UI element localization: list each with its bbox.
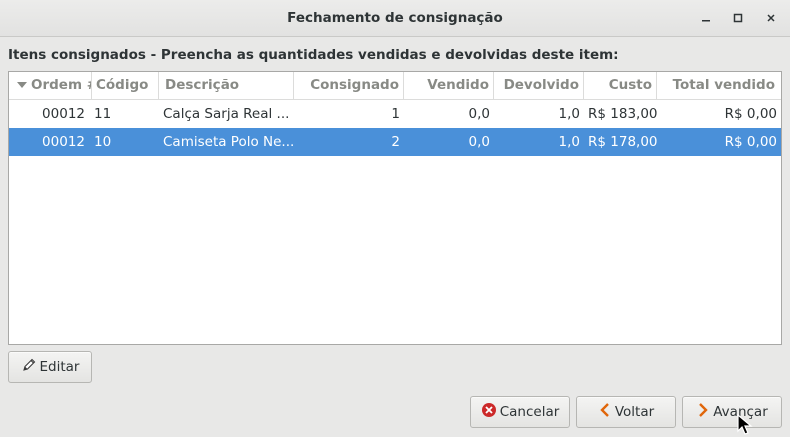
cell-custo: R$ 183,00 xyxy=(588,106,658,122)
edit-button-label: Editar xyxy=(39,359,80,375)
maximize-button[interactable] xyxy=(729,9,747,27)
next-button[interactable]: Avançar xyxy=(682,396,782,428)
table-row-selected[interactable]: 00012 10 Camiseta Polo Ne... 2 0,0 1,0 R… xyxy=(9,128,781,156)
col-header-descricao[interactable]: Descrição xyxy=(159,72,294,99)
cell-ordem: 00012 xyxy=(42,134,85,150)
cell-consignado: 1 xyxy=(391,106,400,122)
col-header-vendido[interactable]: Vendido xyxy=(404,72,494,99)
instruction-label: Itens consignados - Preencha as quantida… xyxy=(8,47,619,63)
consigned-items-table[interactable]: Ordem # Código Descrição Consignado Vend… xyxy=(8,71,782,345)
mouse-pointer-icon xyxy=(737,414,753,435)
back-button-label: Voltar xyxy=(614,404,655,420)
cell-codigo: 11 xyxy=(94,106,112,122)
edit-button[interactable]: Editar xyxy=(8,351,92,383)
cell-vendido[interactable]: 0,0 xyxy=(404,100,494,128)
window-title: Fechamento de consignação xyxy=(287,10,503,26)
minimize-icon xyxy=(702,20,710,22)
close-button[interactable] xyxy=(762,9,780,27)
minimize-button[interactable] xyxy=(697,9,715,27)
pencil-icon xyxy=(21,357,37,377)
cell-total-vendido: R$ 0,00 xyxy=(724,106,777,122)
cancel-button-label: Cancelar xyxy=(499,404,560,420)
col-header-devolvido[interactable]: Devolvido xyxy=(494,72,584,99)
cell-devolvido[interactable]: 1,0 xyxy=(494,100,584,128)
table-row[interactable]: 00012 11 Calça Sarja Real ... 1 0,0 1,0 … xyxy=(9,100,781,128)
cell-descricao: Camiseta Polo Ne... xyxy=(163,134,294,150)
chevron-right-icon xyxy=(696,402,710,422)
cancel-icon xyxy=(481,402,497,422)
sort-down-icon xyxy=(17,82,27,88)
cell-descricao: Calça Sarja Real ... xyxy=(163,106,290,122)
cell-total-vendido: R$ 0,00 xyxy=(724,134,777,150)
back-button[interactable]: Voltar xyxy=(576,396,676,428)
col-header-ordem[interactable]: Ordem # xyxy=(9,72,92,99)
window-titlebar[interactable]: Fechamento de consignação xyxy=(0,0,790,37)
close-icon xyxy=(767,14,775,22)
col-header-custo[interactable]: Custo xyxy=(584,72,657,99)
col-header-total-vendido[interactable]: Total vendido xyxy=(657,72,781,99)
col-header-consignado[interactable]: Consignado xyxy=(294,72,404,99)
maximize-icon xyxy=(733,13,743,23)
cell-devolvido[interactable]: 1,0 xyxy=(494,128,584,156)
cell-vendido[interactable]: 0,0 xyxy=(404,128,494,156)
cell-codigo: 10 xyxy=(94,134,112,150)
cell-consignado: 2 xyxy=(391,134,400,150)
cancel-button[interactable]: Cancelar xyxy=(470,396,570,428)
table-header: Ordem # Código Descrição Consignado Vend… xyxy=(9,72,781,100)
chevron-left-icon xyxy=(598,402,612,422)
col-header-codigo[interactable]: Código xyxy=(92,72,159,99)
cell-custo: R$ 178,00 xyxy=(588,134,658,150)
cell-ordem: 00012 xyxy=(42,106,85,122)
